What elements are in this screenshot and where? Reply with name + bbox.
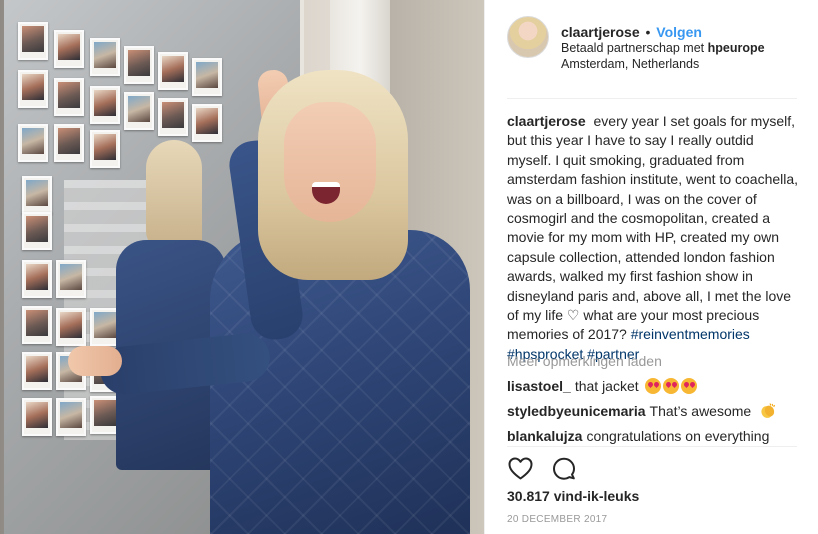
heart-eyes-emoji-icon <box>680 378 697 394</box>
polaroid-photo <box>56 398 86 436</box>
polaroid-photo <box>54 124 84 162</box>
polaroid-photo <box>18 22 48 60</box>
caption-text: every year I set goals for myself, but t… <box>507 113 799 343</box>
header-divider <box>507 98 797 99</box>
post-side-panel: claartjerose • Volgen Betaald partnersch… <box>484 0 818 534</box>
comment-item: blankalujza congratulations on everything <box>507 427 769 445</box>
polaroid-photo <box>22 398 52 436</box>
post-actions <box>507 455 577 481</box>
header-username[interactable]: claartjerose <box>561 24 640 40</box>
comment-text: that jacket <box>574 378 639 394</box>
post-caption: claartjerose every year I set goals for … <box>507 112 799 364</box>
heart-eyes-emoji-icon <box>644 378 661 394</box>
polaroid-photo <box>54 78 84 116</box>
polaroid-photo <box>56 260 86 298</box>
clapping-hands-emoji-icon <box>761 403 776 418</box>
polaroid-photo <box>124 92 154 130</box>
heart-outline-icon <box>508 457 532 479</box>
polaroid-photo <box>54 30 84 68</box>
speech-bubble-icon <box>553 457 575 480</box>
location-link[interactable]: Amsterdam, Netherlands <box>561 56 765 72</box>
comment-item: styledbyeunicemaria That’s awesome <box>507 402 776 420</box>
comment-username[interactable]: blankalujza <box>507 428 582 444</box>
polaroid-photo <box>56 308 86 346</box>
post-photo[interactable] <box>0 0 484 534</box>
polaroid-photo <box>124 46 154 84</box>
polaroid-photo <box>90 86 120 124</box>
polaroid-photo <box>90 38 120 76</box>
photo-person <box>68 40 480 534</box>
post-header: claartjerose • Volgen Betaald partnersch… <box>485 0 818 98</box>
heart-eyes-emoji-icon <box>662 378 679 394</box>
polaroid-photo <box>22 352 52 390</box>
caption-username[interactable]: claartjerose <box>507 113 586 129</box>
polaroid-photo <box>18 124 48 162</box>
polaroid-photo <box>22 306 52 344</box>
polaroid-photo <box>22 260 52 298</box>
person-face <box>284 102 376 222</box>
likes-count[interactable]: 30.817 vind-ik-leuks <box>507 488 639 504</box>
like-button[interactable] <box>507 455 533 481</box>
person-open-hand <box>68 346 122 376</box>
follow-button[interactable]: Volgen <box>656 24 702 40</box>
comment-text: congratulations on everything <box>586 428 770 444</box>
post-date[interactable]: 20 DECEMBER 2017 <box>507 514 607 525</box>
comment-text: That’s awesome <box>649 403 752 419</box>
polaroid-photo <box>18 70 48 108</box>
polaroid-photo <box>22 212 52 250</box>
comment-button[interactable] <box>551 455 577 481</box>
header-separator: • <box>645 24 651 40</box>
comment-item: lisastoel_ that jacket <box>507 377 697 395</box>
comment-username[interactable]: lisastoel_ <box>507 378 571 394</box>
load-more-comments-button[interactable]: Meer opmerkingen laden <box>507 353 662 369</box>
comments-divider <box>507 446 797 447</box>
avatar[interactable] <box>507 16 549 58</box>
paid-partnership-prefix: Betaald partnerschap met <box>561 41 705 55</box>
comment-username[interactable]: styledbyeunicemaria <box>507 403 646 419</box>
paid-partnership-line: Betaald partnerschap met hpeurope <box>561 40 765 56</box>
partner-link[interactable]: hpeurope <box>708 41 765 55</box>
header-text: claartjerose • Volgen Betaald partnersch… <box>561 24 765 72</box>
polaroid-photo <box>22 176 52 214</box>
